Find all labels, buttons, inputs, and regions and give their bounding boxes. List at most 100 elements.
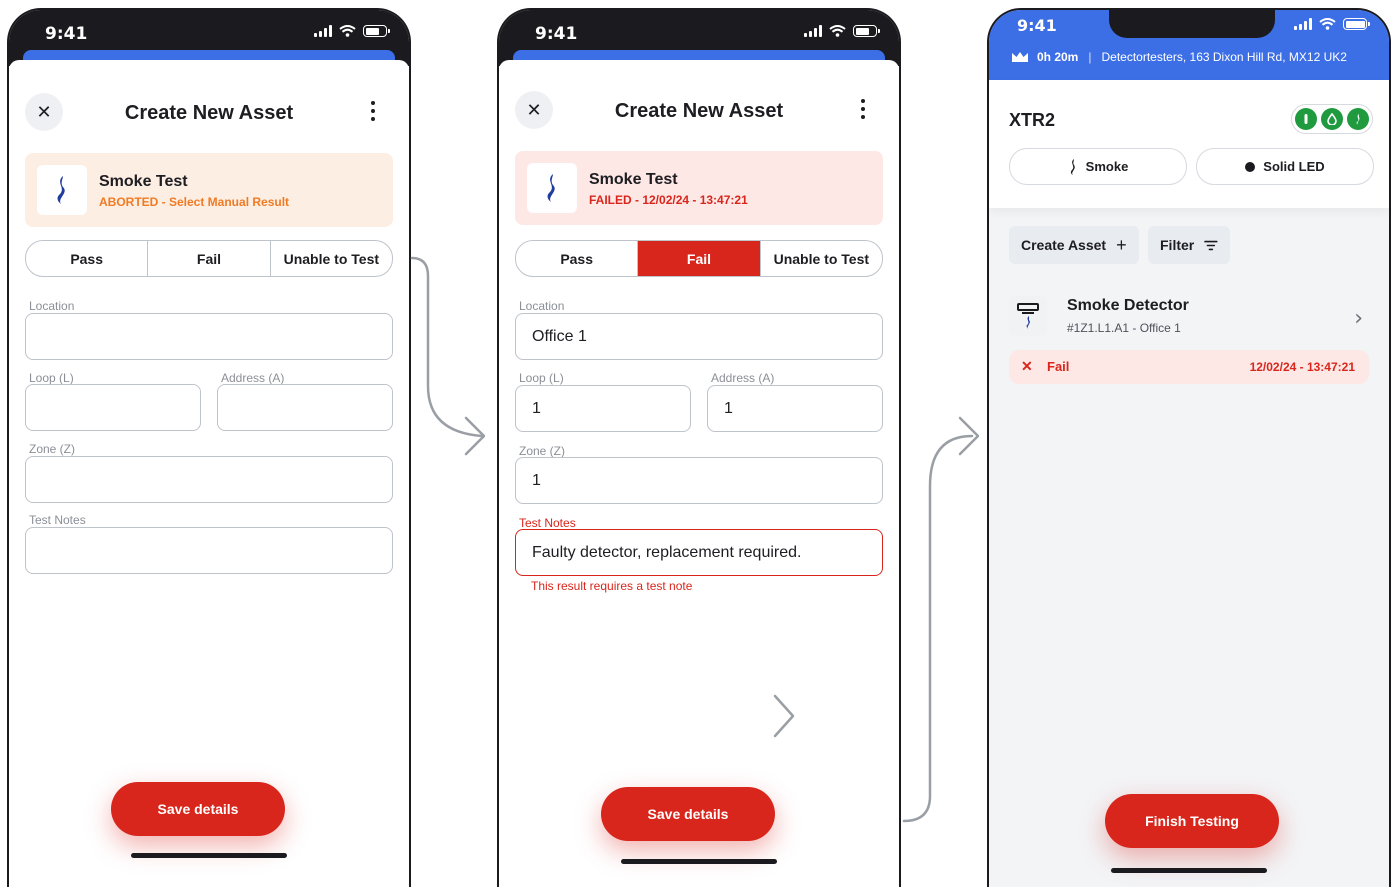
smoke-pill[interactable]: Smoke <box>1009 148 1187 185</box>
create-asset-sheet: ✕ Create New Asset Smoke Test FAILED - 1… <box>499 60 899 887</box>
home-indicator <box>131 853 287 858</box>
loop-label: Loop (L) <box>29 371 74 385</box>
result-label: Fail <box>1047 359 1070 374</box>
segment-unable-to-test[interactable]: Unable to Test <box>761 241 882 276</box>
battery-icon <box>1343 18 1370 30</box>
save-details-button[interactable]: Save details <box>111 782 285 836</box>
test-name: Smoke Test <box>589 171 678 188</box>
zone-field[interactable] <box>25 456 393 503</box>
chevron-right-icon <box>773 694 795 738</box>
segment-fail[interactable]: Fail <box>148 241 271 276</box>
fail-x-icon: ✕ <box>1021 358 1033 374</box>
signal-icon <box>804 25 822 37</box>
smoke-pill-label: Smoke <box>1085 159 1129 174</box>
zone-label: Zone (Z) <box>29 442 76 456</box>
led-pill[interactable]: Solid LED <box>1196 148 1374 185</box>
more-options-button[interactable] <box>361 94 385 128</box>
test-notes-field[interactable] <box>25 527 393 574</box>
flow-arrow-1-head <box>464 416 486 456</box>
location-field[interactable]: Office 1 <box>515 313 883 360</box>
result-segmented-control: Pass Fail Unable to Test <box>25 240 393 277</box>
address-label: Address (A) <box>711 371 775 385</box>
session-duration: 0h 20m <box>1037 50 1079 64</box>
test-notes-field[interactable]: Faulty detector, replacement required. <box>515 529 883 576</box>
location-field[interactable] <box>25 313 393 360</box>
flame-icon <box>1347 108 1369 130</box>
segment-unable-to-test[interactable]: Unable to Test <box>271 241 392 276</box>
status-icons <box>314 25 390 37</box>
result-time: 12/02/24 - 13:47:21 <box>1249 360 1355 374</box>
filter-button[interactable]: Filter <box>1148 226 1230 264</box>
test-result-card: Smoke Test FAILED - 12/02/24 - 13:47:21 <box>515 151 883 225</box>
phone-screen-create-asset-failed: 9:41 ✕ Create New Asset Smoke Test FAILE… <box>497 8 901 887</box>
address-field[interactable]: 1 <box>707 385 883 432</box>
flow-arrow-2-head <box>958 416 980 456</box>
finish-testing-button[interactable]: Finish Testing <box>1105 794 1279 848</box>
test-status: FAILED - 12/02/24 - 13:47:21 <box>589 193 748 207</box>
asset-location: #1Z1.L1.A1 - Office 1 <box>1067 321 1181 335</box>
page-title: Create New Asset <box>124 102 294 124</box>
zone-field[interactable]: 1 <box>515 457 883 504</box>
create-asset-button[interactable]: Create Asset + <box>1009 226 1139 264</box>
test-notes-error: This result requires a test note <box>531 579 693 593</box>
smoke-icon <box>1070 158 1075 175</box>
drop-icon <box>1321 108 1343 130</box>
phone-screen-create-asset-aborted: 9:41 ✕ Create New Asset Smoke Test ABORT… <box>7 8 411 887</box>
status-icons <box>804 25 880 37</box>
wifi-icon <box>339 25 356 37</box>
chevron-right-icon: › <box>1354 306 1363 331</box>
loop-field[interactable]: 1 <box>515 385 691 432</box>
power-icon <box>1295 108 1317 130</box>
crown-icon <box>1012 52 1028 62</box>
home-indicator <box>621 859 777 864</box>
led-pill-label: Solid LED <box>1263 159 1325 174</box>
status-time: 9:41 <box>535 24 578 44</box>
smoke-logo-icon <box>527 163 577 213</box>
status-time: 9:41 <box>1017 16 1057 35</box>
home-indicator <box>1111 868 1267 873</box>
test-notes-label: Test Notes <box>519 516 576 530</box>
loop-label: Loop (L) <box>519 371 564 385</box>
test-name: Smoke Test <box>99 173 188 190</box>
asset-list-item[interactable]: Smoke Detector #1Z1.L1.A1 - Office 1 › <box>1009 294 1369 344</box>
led-dot-icon <box>1245 161 1256 172</box>
test-status: ABORTED - Select Manual Result <box>99 195 290 209</box>
test-notes-label: Test Notes <box>29 513 86 527</box>
loop-field[interactable] <box>25 384 201 431</box>
zone-label: Zone (Z) <box>519 444 566 458</box>
segment-fail[interactable]: Fail <box>638 241 761 276</box>
battery-icon <box>363 25 390 37</box>
address-field[interactable] <box>217 384 393 431</box>
smoke-detector-icon <box>1009 296 1047 336</box>
wifi-icon <box>1319 18 1336 30</box>
segment-pass[interactable]: Pass <box>516 241 639 276</box>
segment-pass[interactable]: Pass <box>26 241 149 276</box>
address-label: Address (A) <box>221 371 285 385</box>
device-notch <box>1109 10 1275 38</box>
wifi-icon <box>829 25 846 37</box>
location-label: Location <box>519 299 565 313</box>
result-badge: ✕ Fail 12/02/24 - 13:47:21 <box>1009 350 1369 384</box>
create-asset-sheet: ✕ Create New Asset Smoke Test ABORTED - … <box>9 60 409 887</box>
status-badges <box>1291 104 1373 134</box>
flow-arrow-2 <box>902 434 974 823</box>
flow-arrow-1 <box>410 256 484 438</box>
phone-screen-testing-session: 9:41 0h 20m | Detectortesters, 163 Dixon… <box>987 8 1391 887</box>
status-time: 9:41 <box>45 24 88 44</box>
asset-name: Smoke Detector <box>1067 297 1189 314</box>
device-card: XTR2 Smoke Solid LED <box>989 80 1389 208</box>
filter-label: Filter <box>1160 237 1195 253</box>
page-title: Create New Asset <box>614 100 784 122</box>
divider: | <box>1088 50 1092 64</box>
test-result-card: Smoke Test ABORTED - Select Manual Resul… <box>25 153 393 227</box>
more-options-button[interactable] <box>851 92 875 126</box>
device-name: XTR2 <box>1009 110 1056 130</box>
save-details-button[interactable]: Save details <box>601 787 775 841</box>
status-icons <box>1294 18 1370 30</box>
location-label: Location <box>29 299 75 313</box>
signal-icon <box>1294 18 1312 30</box>
signal-icon <box>314 25 332 37</box>
create-asset-label: Create Asset <box>1021 237 1107 253</box>
site-address: Detectortesters, 163 Dixon Hill Rd, MX12… <box>1101 50 1347 64</box>
plus-icon: + <box>1116 234 1127 255</box>
